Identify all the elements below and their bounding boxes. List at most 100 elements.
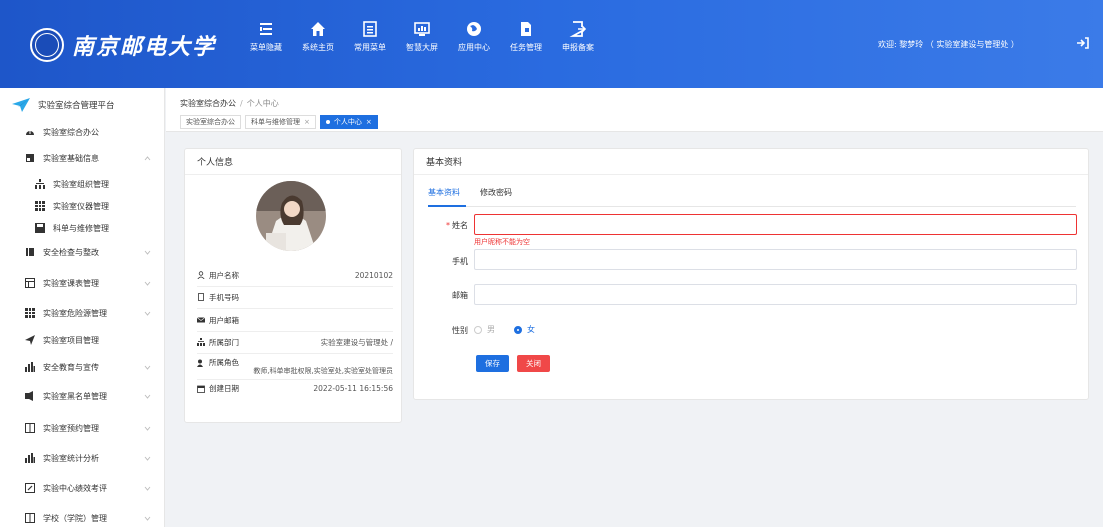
platform-title[interactable]: 实验室综合管理平台 — [12, 98, 115, 112]
tag-repair-management[interactable]: 科单与维修管理 × — [245, 115, 316, 129]
columns-icon — [25, 513, 35, 523]
profile-info-row: 手机号码 — [197, 286, 393, 309]
gender-male-radio[interactable]: 男 — [474, 324, 495, 335]
chevron-down-icon[interactable] — [144, 393, 151, 400]
platform-name: 实验室综合管理平台 — [38, 101, 115, 111]
radio-circle-icon — [474, 325, 482, 334]
nav-smart-screen[interactable]: 智慧大屏 — [396, 20, 448, 53]
chevron-down-icon[interactable] — [144, 364, 151, 371]
breadcrumb-root[interactable]: 实验室综合办公 — [180, 99, 236, 108]
nav-common-menu[interactable]: 常用菜单 — [344, 20, 396, 53]
chevron-down-icon[interactable] — [144, 515, 151, 522]
close-button[interactable]: 关闭 — [517, 355, 550, 372]
sidebar-item[interactable]: 实验室综合办公 — [0, 122, 165, 142]
tab-divider — [428, 206, 1076, 207]
sidebar-item[interactable]: 安全教育与宣传 — [0, 357, 165, 377]
monitor-icon — [414, 22, 430, 36]
nav-declaration[interactable]: 申报备案 — [552, 20, 604, 53]
sidebar-item[interactable]: 学校（学院）管理 — [0, 508, 165, 527]
radio-circle-icon — [514, 325, 522, 334]
radio-label: 男 — [487, 325, 495, 334]
nav-label: 智慧大屏 — [406, 43, 438, 52]
nav-home[interactable]: 系统主页 — [292, 20, 344, 53]
chevron-down-icon[interactable] — [144, 425, 151, 432]
chevron-down-icon[interactable] — [144, 485, 151, 492]
paper-plane-icon — [12, 98, 30, 112]
avatar[interactable] — [256, 181, 326, 251]
nav-label: 应用中心 — [458, 43, 490, 52]
profile-info-key-text: 手机号码 — [209, 292, 239, 302]
tag-lab-office[interactable]: 实验室综合办公 — [180, 115, 241, 129]
radio-label: 女 — [527, 325, 535, 334]
profile-info-row: 所属部门 实验室建设与管理处 / — [197, 331, 393, 354]
gender-label: 性别 — [452, 326, 468, 335]
chevron-down-icon[interactable] — [144, 310, 151, 317]
school-name: 南京邮电大学 — [72, 34, 217, 60]
sidebar-item[interactable]: 实验室预约管理 — [0, 418, 165, 438]
profile-info-key: 用户邮箱 — [197, 315, 239, 326]
gender-female-radio[interactable]: 女 — [514, 324, 535, 335]
breadcrumb-separator: / — [240, 99, 243, 108]
chevron-down-icon[interactable] — [144, 280, 151, 287]
sidebar-item[interactable]: 安全检查与整改 — [0, 242, 165, 262]
nav-app-center[interactable]: 应用中心 — [448, 20, 500, 53]
tab-basic-info[interactable]: 基本资料 — [428, 187, 460, 204]
sidebar-item-label: 安全教育与宣传 — [43, 362, 99, 372]
tab-change-password[interactable]: 修改密码 — [480, 187, 512, 204]
save-button[interactable]: 保存 — [476, 355, 509, 372]
export-icon — [569, 21, 587, 37]
email-label: 邮箱 — [452, 291, 468, 300]
profile-info-key-text: 用户邮箱 — [209, 315, 239, 325]
required-mark: * — [446, 221, 450, 230]
sidebar-item[interactable]: 实验室课表管理 — [0, 273, 165, 293]
tag-bar: 实验室综合办公 科单与维修管理 × 个人中心 × — [180, 115, 382, 129]
home-icon — [311, 22, 325, 36]
profile-info-row: 创建日期 2022-05-11 16:15:56 — [197, 377, 393, 400]
sidebar-item[interactable]: 实验室组织管理 — [0, 174, 165, 194]
user-icon — [197, 271, 207, 279]
name-input[interactable] — [474, 214, 1077, 235]
sidebar-item[interactable]: 科单与维修管理 — [0, 218, 165, 238]
book-icon — [25, 247, 35, 257]
nav-label: 菜单隐藏 — [250, 43, 282, 52]
name-label: * 姓名 — [428, 220, 468, 231]
close-icon[interactable]: × — [304, 118, 310, 126]
profile-info-key: 手机号码 — [197, 292, 239, 303]
name-error-message: 用户昵称不能为空 — [474, 238, 530, 246]
volume-icon — [25, 391, 35, 401]
org-icon — [197, 338, 207, 346]
sidebar-item[interactable]: 实验中心绩效考评 — [0, 478, 165, 498]
profile-info-key: 所属角色 — [197, 357, 239, 368]
sidebar-item[interactable]: 实验室黑名单管理 — [0, 386, 165, 406]
email-input[interactable] — [474, 284, 1077, 305]
nav-task-management[interactable]: 任务管理 — [500, 20, 552, 53]
phone-input[interactable] — [474, 249, 1077, 270]
profile-info-row: 用户名称 20210102 — [197, 264, 393, 287]
sidebar-item[interactable]: 实验室统计分析 — [0, 448, 165, 468]
school-logo[interactable]: 南京邮电大学 — [30, 28, 216, 62]
tag-label: 科单与维修管理 — [251, 118, 300, 126]
phone-icon — [197, 293, 207, 301]
tag-personal-center[interactable]: 个人中心 × — [319, 115, 378, 129]
logout-icon[interactable] — [1076, 36, 1090, 50]
sidebar-item[interactable]: 实验室项目管理 — [0, 330, 165, 350]
breadcrumb-current: 个人中心 — [246, 99, 279, 108]
chevron-down-icon[interactable] — [144, 455, 151, 462]
sidebar-item[interactable]: 实验室危险源管理 — [0, 303, 165, 323]
tag-label: 个人中心 — [333, 118, 362, 126]
table-icon — [25, 278, 35, 288]
chevron-up-icon[interactable] — [144, 155, 151, 162]
nav-menu-hide[interactable]: 菜单隐藏 — [240, 20, 292, 53]
chevron-down-icon[interactable] — [144, 249, 151, 256]
close-icon[interactable]: × — [366, 118, 372, 126]
sidebar-item-label: 实验室项目管理 — [43, 335, 99, 345]
sidebar-item[interactable]: 实验室基础信息 — [0, 148, 165, 168]
bar-chart-icon — [25, 362, 35, 372]
profile-card-title: 个人信息 — [185, 149, 401, 175]
profile-info-key-text: 所属角色 — [209, 358, 239, 367]
sidebar-item[interactable]: 实验室仪器管理 — [0, 196, 165, 216]
gauge-icon — [25, 127, 35, 137]
nav-label: 常用菜单 — [354, 43, 386, 52]
menu-fold-icon — [260, 23, 272, 35]
profile-info-value: 2022-05-11 16:15:56 — [313, 384, 393, 393]
